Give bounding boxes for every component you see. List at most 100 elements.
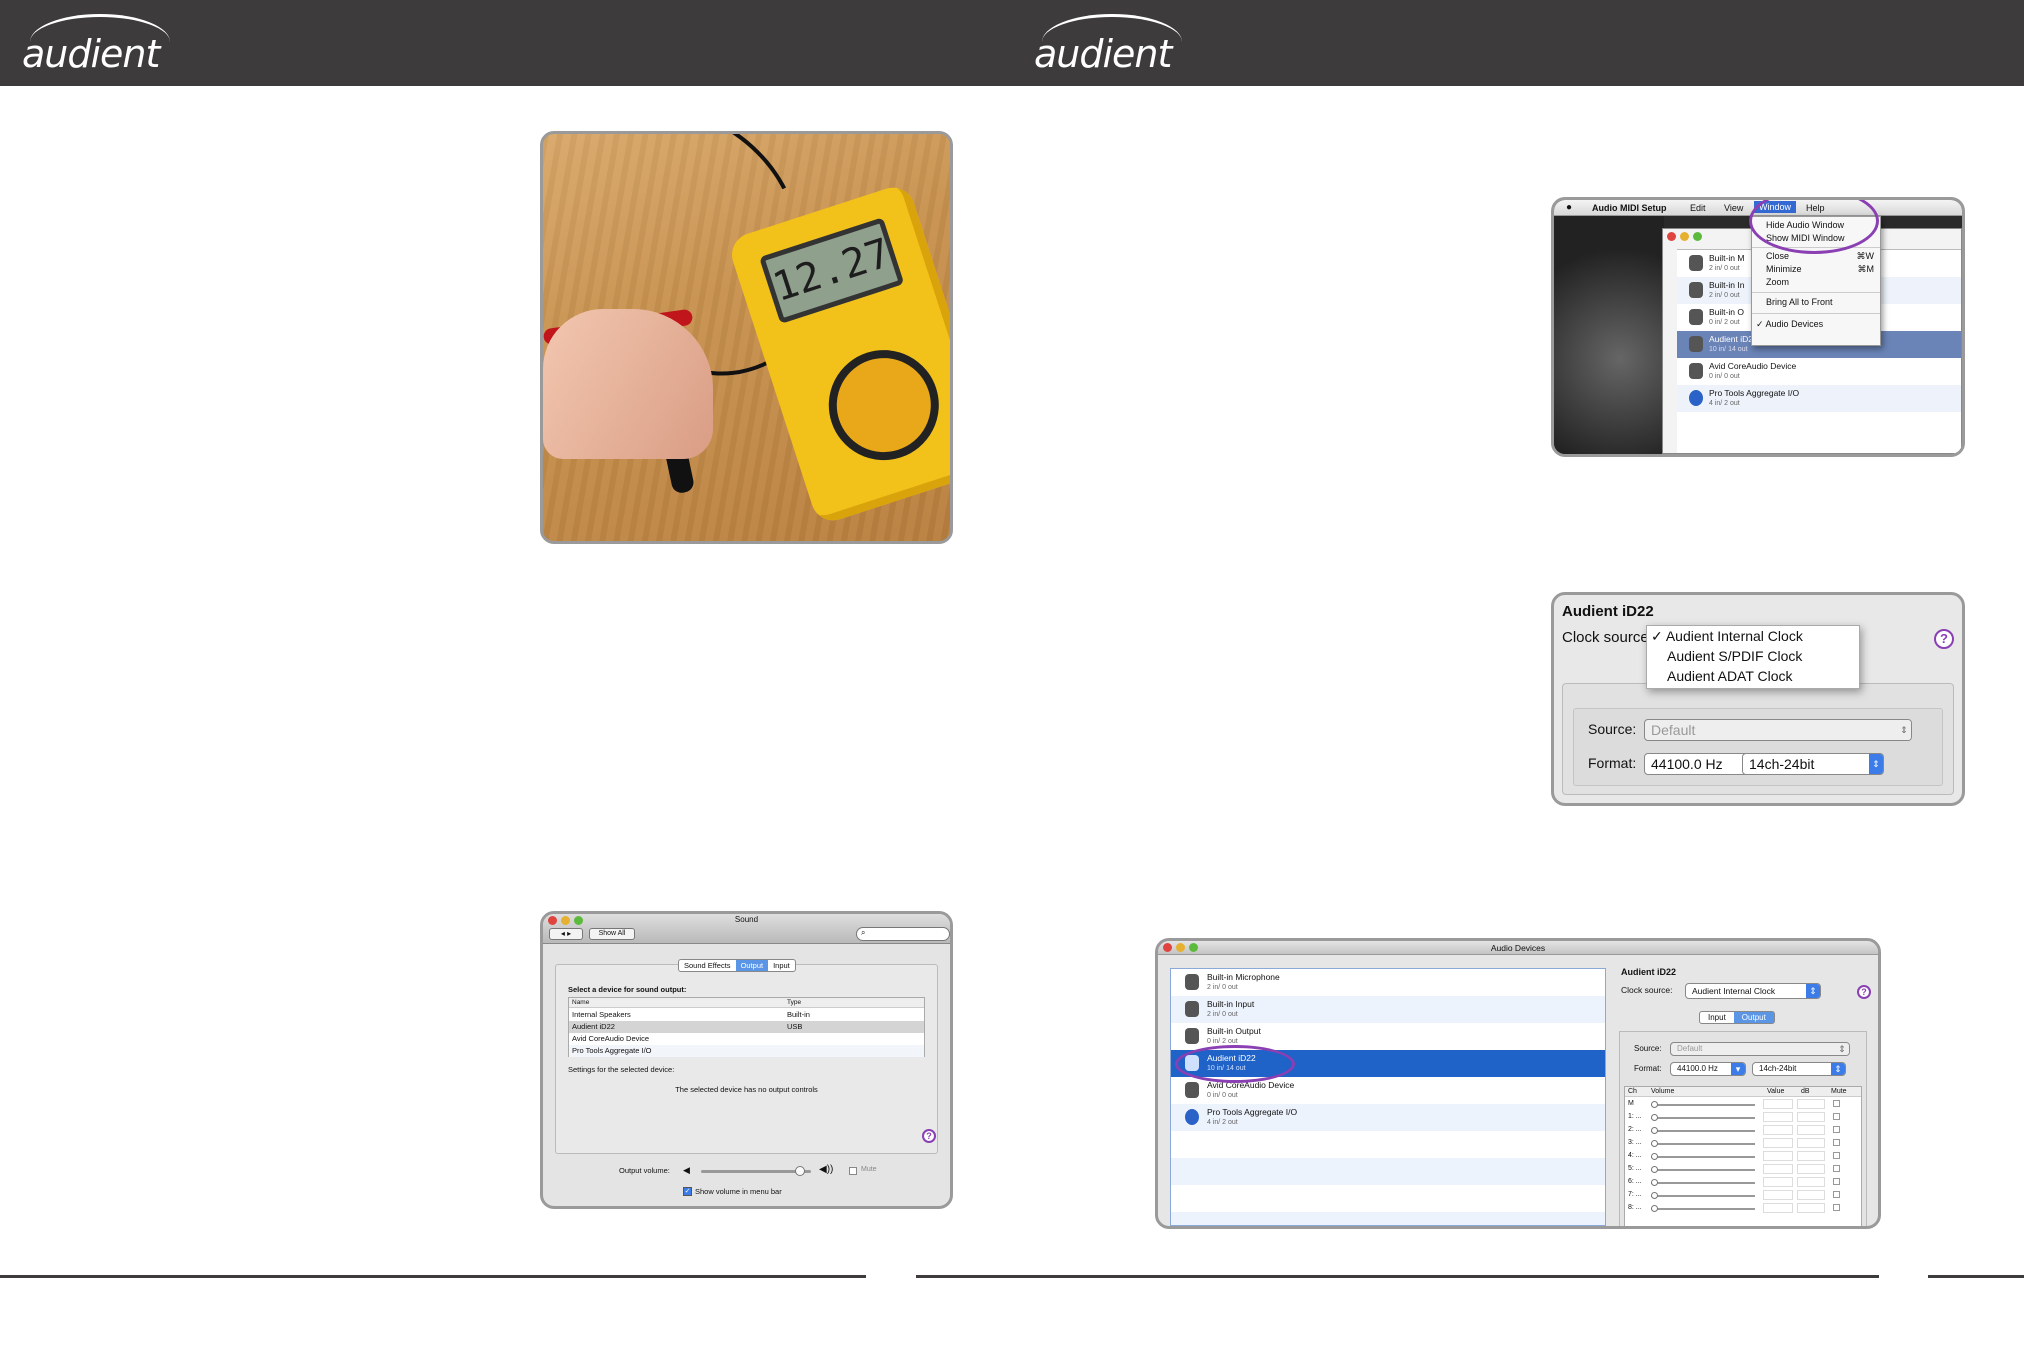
table-row[interactable]: Internal Speakers Built-in [569,1009,924,1021]
channel-db-field[interactable] [1797,1177,1825,1187]
channel-volume-slider[interactable] [1651,1127,1755,1134]
channel-value-field[interactable] [1763,1164,1793,1174]
channel-mute-checkbox[interactable] [1833,1139,1840,1146]
mute-checkbox[interactable] [849,1167,857,1175]
channel-value-field[interactable] [1763,1125,1793,1135]
menu-item-audio-devices[interactable]: ✓ Audio Devices [1756,319,1823,330]
menu-edit[interactable]: Edit [1690,203,1706,213]
channel-mute-checkbox[interactable] [1833,1100,1840,1107]
option-adat-clock[interactable]: Audient ADAT Clock [1667,668,1793,684]
audient-logo-left: audient [18,8,170,78]
channel-db-field[interactable] [1797,1164,1825,1174]
channel-mute-checkbox[interactable] [1833,1152,1840,1159]
device-name: Audient iD22 [572,1022,615,1031]
source-select[interactable]: Default ⇕ [1644,719,1912,741]
channel-label: M [1628,1100,1634,1107]
table-row[interactable]: Audient iD22 USB [569,1021,924,1033]
channel-db-field[interactable] [1797,1190,1825,1200]
channel-value-field[interactable] [1763,1112,1793,1122]
midi-device-row[interactable]: Avid CoreAudio Device 0 in/ 0 out [1677,358,1961,385]
device-icon [1689,282,1703,298]
channel-db-field[interactable] [1797,1099,1825,1109]
midi-device-row[interactable]: Pro Tools Aggregate I/O 4 in/ 2 out [1677,385,1961,412]
table-row[interactable]: Pro Tools Aggregate I/O [569,1045,924,1057]
source-label: Source: [1634,1044,1662,1053]
device-icon [1185,1001,1199,1017]
empty-row [1171,1212,1605,1225]
device-name: Avid CoreAudio Device [572,1034,649,1043]
device-row[interactable]: Built-in Microphone 2 in/ 0 out [1171,969,1605,996]
channel-volume-slider[interactable] [1651,1179,1755,1186]
help-icon[interactable]: ? [1934,629,1954,649]
channel-db-field[interactable] [1797,1125,1825,1135]
channel-volume-slider[interactable] [1651,1153,1755,1160]
speaker-high-icon: ◀)) [819,1164,834,1175]
tab-output[interactable]: Output [735,960,769,971]
channel-value-field[interactable] [1763,1203,1793,1213]
window-title: Sound [734,915,759,924]
menu-view[interactable]: View [1724,203,1743,213]
option-spdif-clock[interactable]: Audient S/PDIF Clock [1667,648,1802,664]
format-bits-select[interactable]: 14ch-24bit ⇕ [1752,1062,1846,1076]
channel-volume-slider[interactable] [1651,1192,1755,1199]
channel-value-field[interactable] [1763,1190,1793,1200]
channel-volume-slider[interactable] [1651,1166,1755,1173]
col-name: Name [572,999,590,1006]
help-icon[interactable]: ? [1857,985,1871,999]
menu-app[interactable]: Audio MIDI Setup [1592,203,1667,213]
device-row[interactable]: Pro Tools Aggregate I/O 4 in/ 2 out [1171,1104,1605,1131]
channel-volume-slider[interactable] [1651,1140,1755,1147]
nav-arrows[interactable]: ◂ ▸ [549,928,583,940]
clock-source-select[interactable]: Audient Internal Clock ⇕ [1685,983,1821,999]
volume-slider[interactable] [701,1166,811,1176]
channel-volume-slider[interactable] [1651,1114,1755,1121]
apple-icon[interactable]: ● [1566,202,1572,213]
search-field[interactable]: ⌕ [856,927,950,941]
channel-value-field[interactable] [1763,1151,1793,1161]
format-rate-select[interactable]: 44100.0 Hz▾ [1670,1062,1746,1076]
device-name: Built-in Input [1207,999,1255,1009]
channel-mute-checkbox[interactable] [1833,1165,1840,1172]
channel-mute-checkbox[interactable] [1833,1113,1840,1120]
empty-row [1171,1185,1605,1212]
channel-volume-slider[interactable] [1651,1205,1755,1212]
channel-db-field[interactable] [1797,1138,1825,1148]
channel-table: Ch Volume Value dB Mute M 1: ... 2: ... 3: … [1624,1086,1862,1226]
col-mute: Mute [1831,1088,1847,1095]
menu-item-minimize[interactable]: Minimize [1766,264,1802,274]
device-title: Audient iD22 [1562,603,1654,620]
channel-mute-checkbox[interactable] [1833,1178,1840,1185]
table-row[interactable]: Avid CoreAudio Device [569,1033,924,1045]
output-volume-label: Output volume: [619,1166,670,1175]
menu-item-bring-front[interactable]: Bring All to Front [1766,297,1833,307]
channel-value-field[interactable] [1763,1177,1793,1187]
menu-item-zoom[interactable]: Zoom [1766,277,1789,287]
channel-db-field[interactable] [1797,1112,1825,1122]
tab-input[interactable]: Input [1700,1012,1734,1023]
show-all-button[interactable]: Show All [589,928,635,940]
channel-value-field[interactable] [1763,1099,1793,1109]
channel-mute-checkbox[interactable] [1833,1126,1840,1133]
source-select[interactable]: Default ⇕ [1670,1042,1850,1056]
tab-sound-effects[interactable]: Sound Effects [679,960,736,971]
device-io: 0 in/ 0 out [1709,373,1740,380]
tab-output[interactable]: Output [1733,1012,1774,1023]
channel-db-field[interactable] [1797,1151,1825,1161]
tab-input[interactable]: Input [768,960,795,971]
channel-volume-slider[interactable] [1651,1101,1755,1108]
channel-mute-checkbox[interactable] [1833,1204,1840,1211]
channel-mute-checkbox[interactable] [1833,1191,1840,1198]
option-internal-clock[interactable]: ✓ Audient Internal Clock [1651,628,1803,645]
channel-value-field[interactable] [1763,1138,1793,1148]
clock-source-panel: Audient iD22 Clock source ? Source: Defa… [1551,592,1965,806]
channel-label: 4: ... [1628,1152,1642,1159]
device-name: Internal Speakers [572,1010,631,1019]
channel-db-field[interactable] [1797,1203,1825,1213]
show-volume-checkbox[interactable]: ✓ [683,1187,692,1196]
menu-item-close[interactable]: Close [1766,251,1789,261]
device-io: 10 in/ 14 out [1709,346,1748,353]
format-bits-select[interactable]: 14ch-24bit ⇕ [1742,753,1884,775]
device-row[interactable]: Built-in Input 2 in/ 0 out [1171,996,1605,1023]
channel-label: 3: ... [1628,1139,1642,1146]
help-icon[interactable]: ? [922,1129,936,1143]
